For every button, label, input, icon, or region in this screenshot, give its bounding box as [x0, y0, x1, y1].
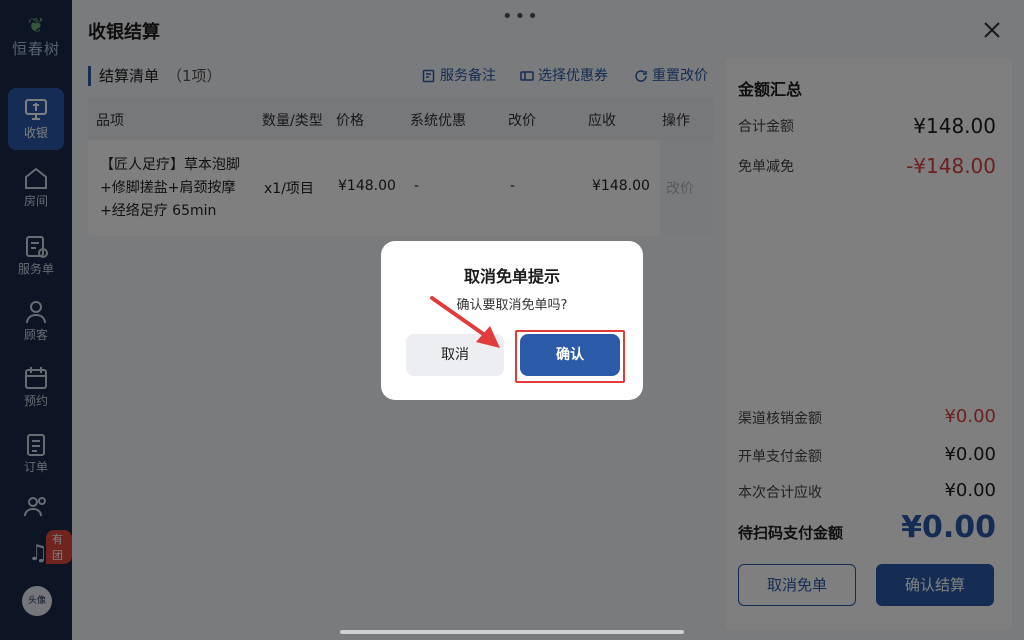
dialog-cancel-button[interactable]: 取消: [406, 334, 504, 376]
dialog-confirm-button[interactable]: 确认: [520, 334, 620, 376]
cancel-free-dialog: 取消免单提示 确认要取消免单吗? 取消 确认: [381, 241, 643, 400]
dialog-title: 取消免单提示: [463, 267, 560, 286]
dialog-message: 确认要取消免单吗?: [456, 298, 568, 313]
home-indicator: [340, 630, 684, 634]
